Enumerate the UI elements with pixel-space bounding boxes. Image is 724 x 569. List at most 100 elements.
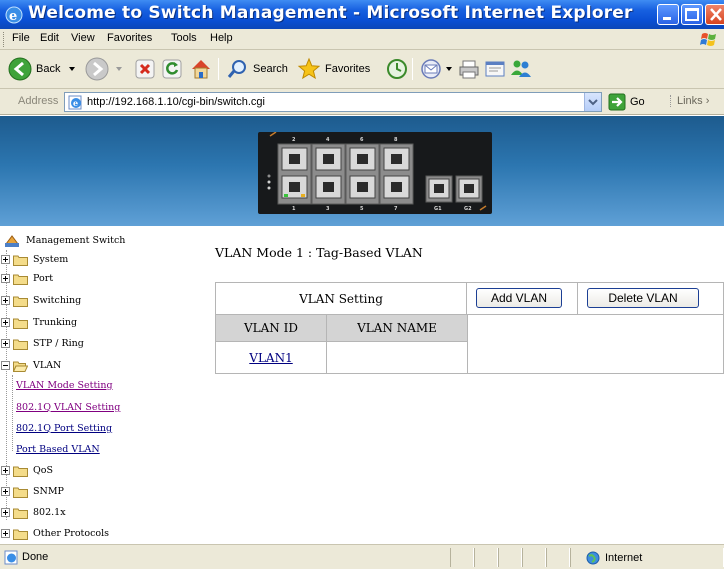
edit-button[interactable] <box>484 56 506 82</box>
expand-plus-icon[interactable] <box>1 274 10 283</box>
forward-dropdown-icon[interactable] <box>113 64 125 74</box>
tree-item-snmp[interactable]: SNMP <box>0 482 64 501</box>
tree-item-label: VLAN <box>33 360 62 371</box>
toolbar: Back Search Favorites <box>0 50 724 89</box>
maximize-button[interactable] <box>681 4 703 25</box>
favorites-label: Favorites <box>325 63 371 75</box>
maximize-icon <box>685 8 699 21</box>
back-arrow-icon <box>8 57 32 81</box>
chevron-right-icon: › <box>705 95 710 107</box>
expand-plus-icon[interactable] <box>1 508 10 517</box>
delete-vlan-button[interactable]: Delete VLAN <box>587 288 699 308</box>
go-button[interactable]: Go <box>608 93 645 111</box>
tree-item-trunking[interactable]: Trunking <box>0 313 77 332</box>
back-dropdown-icon[interactable] <box>66 64 78 74</box>
tree-root[interactable]: Management Switch <box>4 231 125 250</box>
tree-link-8021q-port-setting[interactable]: 802.1Q Port Setting <box>16 419 112 438</box>
minimize-button[interactable] <box>657 4 679 25</box>
edit-page-icon <box>485 61 505 77</box>
tree-link-port-based-vlan[interactable]: Port Based VLAN <box>16 440 100 459</box>
address-label: Address <box>18 95 59 107</box>
home-icon <box>192 60 210 79</box>
address-url: http://192.168.1.10/cgi-bin/switch.cgi <box>87 96 265 108</box>
expand-plus-icon[interactable] <box>1 318 10 327</box>
refresh-icon <box>162 59 182 79</box>
tree-link-vlan-mode-setting[interactable]: VLAN Mode Setting <box>16 376 113 395</box>
tree-item-qos[interactable]: QoS <box>0 461 53 480</box>
delete-vlan-cell: Delete VLAN <box>577 282 724 315</box>
tree-item-label: System <box>33 254 69 265</box>
tree-item-other-protocols[interactable]: Other Protocols <box>0 524 109 543</box>
vlan-id-link[interactable]: VLAN1 <box>249 351 292 365</box>
close-button[interactable] <box>705 4 724 25</box>
tree-item-8021x[interactable]: 802.1x <box>0 503 66 522</box>
status-panel <box>474 548 498 567</box>
home-button[interactable] <box>189 56 213 82</box>
expand-plus-icon[interactable] <box>1 487 10 496</box>
menu-view[interactable]: View <box>71 32 95 44</box>
port-label-7: 7 <box>394 206 398 212</box>
mail-button[interactable] <box>420 56 454 82</box>
folder-icon <box>13 508 28 519</box>
expand-plus-icon[interactable] <box>1 339 10 348</box>
tree-item-stp-ring[interactable]: STP / Ring <box>0 334 84 353</box>
back-button[interactable]: Back <box>8 56 78 82</box>
expand-plus-icon[interactable] <box>1 466 10 475</box>
tree-item-label: SNMP <box>33 486 64 497</box>
mail-icon <box>421 59 441 79</box>
port-label-8: 8 <box>394 137 398 143</box>
menu-file[interactable]: File <box>12 32 30 44</box>
menu-grip <box>3 32 6 47</box>
add-vlan-button[interactable]: Add VLAN <box>476 288 562 308</box>
port-label-g2: G2 <box>464 206 472 212</box>
messenger-button[interactable] <box>509 56 533 82</box>
history-button[interactable] <box>386 56 408 82</box>
back-label: Back <box>36 63 61 75</box>
col-header-vlan-id-label: VLAN ID <box>244 321 298 335</box>
stop-button[interactable] <box>134 56 156 82</box>
expand-plus-icon[interactable] <box>1 255 10 264</box>
links-toolbar[interactable]: Links › <box>670 95 709 107</box>
search-button[interactable]: Search <box>227 56 288 82</box>
menu-favorites[interactable]: Favorites <box>107 32 152 44</box>
favorites-star-icon <box>297 57 321 80</box>
switch-root-icon <box>5 234 19 247</box>
menu-tools[interactable]: Tools <box>171 32 197 44</box>
port-label-g1: G1 <box>434 206 442 212</box>
zone-label: Internet <box>605 552 643 564</box>
address-input[interactable]: e http://192.168.1.10/cgi-bin/switch.cgi <box>64 92 602 112</box>
title-bar: e Welcome to Switch Management - Microso… <box>0 0 724 29</box>
expand-plus-icon[interactable] <box>1 529 10 538</box>
favorites-button[interactable]: Favorites <box>297 56 370 82</box>
open-folder-icon <box>13 361 28 372</box>
folder-icon <box>13 274 28 285</box>
table-empty-area <box>467 314 724 374</box>
navigation-tree: Management Switch System Port Switching … <box>0 226 205 544</box>
menu-edit[interactable]: Edit <box>40 32 59 44</box>
tree-item-switching[interactable]: Switching <box>0 291 81 310</box>
forward-arrow-icon <box>85 57 109 81</box>
address-bar: Address e http://192.168.1.10/cgi-bin/sw… <box>0 89 724 115</box>
status-text: Done <box>22 551 49 563</box>
tree-item-label: Trunking <box>33 317 78 328</box>
port-label-2: 2 <box>292 137 296 143</box>
tree-link-8021q-vlan-setting[interactable]: 802.1Q VLAN Setting <box>16 398 120 417</box>
refresh-button[interactable] <box>161 56 183 82</box>
collapse-minus-icon[interactable] <box>1 361 10 370</box>
close-icon <box>710 8 722 21</box>
mail-dropdown-icon[interactable] <box>444 64 454 74</box>
print-button[interactable] <box>458 56 480 82</box>
forward-button[interactable] <box>85 56 125 82</box>
windows-flag-icon <box>700 33 716 46</box>
tree-item-port[interactable]: Port <box>0 269 53 288</box>
port-label-5: 5 <box>360 206 364 212</box>
tree-item-system[interactable]: System <box>0 250 68 269</box>
col-header-vlan-name: VLAN NAME <box>326 314 468 342</box>
address-dropdown-button[interactable] <box>584 93 601 111</box>
tree-item-label: Port <box>33 273 54 284</box>
menu-help[interactable]: Help <box>210 32 233 44</box>
expand-plus-icon[interactable] <box>1 296 10 305</box>
tree-item-vlan[interactable]: VLAN <box>0 356 61 375</box>
port-label-4: 4 <box>326 137 330 143</box>
folder-icon <box>13 296 28 307</box>
